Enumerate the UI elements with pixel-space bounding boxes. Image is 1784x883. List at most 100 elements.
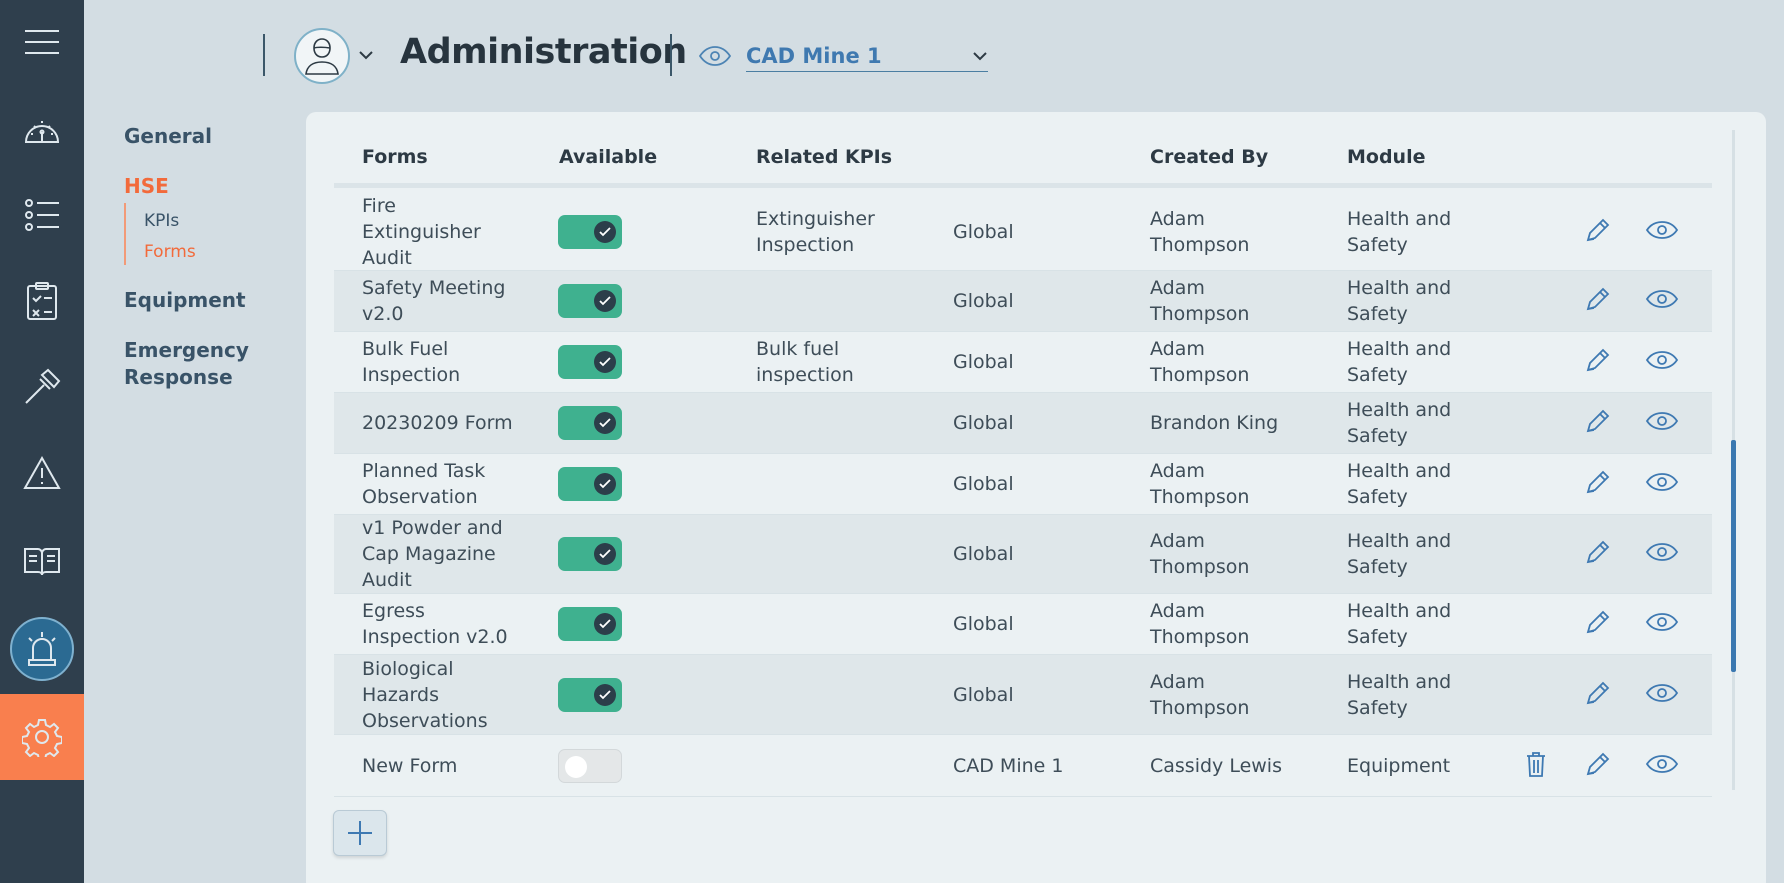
available-toggle[interactable] (558, 406, 622, 440)
toggle-knob (594, 351, 616, 373)
subnav-divider (124, 203, 126, 265)
form-name-line: Egress (362, 600, 425, 622)
created-by-line: Cassidy Lewis (1150, 754, 1282, 777)
form-name-line: Bulk Fuel (362, 338, 449, 360)
subnav-hse[interactable]: HSE (124, 174, 169, 198)
pencil-icon[interactable] (1584, 346, 1612, 378)
pencil-icon[interactable] (1584, 538, 1612, 570)
created-by-line: Thompson (1150, 556, 1250, 578)
subnav-forms[interactable]: Forms (144, 242, 196, 262)
pencil-icon[interactable] (1584, 285, 1612, 317)
form-name-line: New Form (362, 754, 458, 777)
clipboard-icon[interactable] (0, 258, 84, 344)
related-kpi: Bulk fuel inspection (756, 332, 941, 392)
pencil-icon[interactable] (1584, 216, 1612, 248)
eye-icon[interactable] (1645, 541, 1679, 567)
form-name: Bulk Fuel Inspection (362, 332, 547, 392)
form-name-line: Audit (362, 569, 412, 591)
site-select[interactable]: CAD Mine 1 (746, 40, 988, 72)
column-header-forms[interactable]: Forms (362, 146, 428, 168)
hammer-icon[interactable] (0, 344, 84, 430)
form-scope: CAD Mine 1 (953, 754, 1064, 777)
related-kpi: Extinguisher Inspection (756, 193, 941, 270)
created-by: Adam Thompson (1150, 271, 1335, 331)
avatar[interactable] (294, 28, 350, 84)
available-toggle[interactable] (558, 537, 622, 571)
form-name-line: Inspection (362, 364, 461, 386)
table-row[interactable]: Safety Meeting v2.0 Global Adam Thompson Heal… (334, 271, 1712, 332)
column-header-related-kpis[interactable]: Related KPIs (756, 146, 892, 168)
table-row[interactable]: New Form CAD Mine 1 Cassidy Lewis Equipment (334, 735, 1712, 797)
form-name-line: Cap Magazine (362, 543, 496, 565)
available-toggle[interactable] (558, 214, 622, 249)
subnav-emergency-line2: Response (124, 365, 233, 389)
eye-icon[interactable] (1645, 611, 1679, 637)
available-toggle[interactable] (558, 677, 622, 712)
menu-icon[interactable] (0, 0, 84, 84)
pencil-icon[interactable] (1584, 468, 1612, 500)
eye-icon[interactable] (1645, 753, 1679, 779)
subnav-equipment[interactable]: Equipment (124, 288, 246, 312)
column-header-module[interactable]: Module (1347, 146, 1426, 168)
related-kpi (756, 393, 941, 453)
pencil-icon[interactable] (1584, 679, 1612, 711)
form-name-line: Observations (362, 709, 488, 732)
scrollbar-thumb[interactable] (1731, 440, 1736, 672)
available-toggle[interactable] (558, 284, 622, 318)
pencil-icon[interactable] (1584, 750, 1612, 782)
form-name-line: v2.0 (362, 303, 404, 325)
available-toggle[interactable] (558, 607, 622, 641)
eye-icon[interactable] (1645, 219, 1679, 245)
created-by-line: Adam (1150, 670, 1205, 693)
toggle-knob (565, 755, 587, 778)
trash-icon[interactable] (1525, 750, 1547, 782)
alarm-button[interactable] (0, 606, 84, 692)
form-name: v1 Powder and Cap Magazine Audit (362, 515, 547, 593)
subnav-emergency-response[interactable]: Emergency Response (124, 338, 249, 389)
form-name: Planned Task Observation (362, 454, 547, 514)
table-row[interactable]: Bulk Fuel Inspection Bulk fuel inspection Gl… (334, 332, 1712, 393)
eye-icon[interactable] (1645, 471, 1679, 497)
plus-icon (348, 821, 372, 845)
eye-icon[interactable] (1645, 288, 1679, 314)
form-name-line: Hazards (362, 683, 439, 706)
table-row[interactable]: Planned Task Observation Global Adam Thompso… (334, 454, 1712, 515)
form-name: Egress Inspection v2.0 (362, 594, 547, 654)
form-name-line: Extinguisher (362, 220, 481, 243)
module-line: Equipment (1347, 754, 1451, 777)
eye-icon (698, 44, 732, 72)
available-toggle[interactable] (558, 748, 622, 783)
chevron-down-icon[interactable] (358, 46, 374, 65)
module-line: Safety (1347, 364, 1408, 386)
gear-icon[interactable] (0, 694, 84, 780)
table-row[interactable]: v1 Powder and Cap Magazine Audit Global Adam… (334, 515, 1712, 594)
form-scope: Global (953, 290, 1014, 312)
eye-icon[interactable] (1645, 410, 1679, 436)
subnav-emergency-line1: Emergency (124, 338, 249, 362)
eye-icon[interactable] (1645, 349, 1679, 375)
add-form-button[interactable] (333, 810, 387, 856)
form-name-line: Planned Task (362, 460, 486, 482)
gauge-icon[interactable] (0, 86, 84, 172)
related-kpi (756, 735, 941, 796)
pencil-icon[interactable] (1584, 407, 1612, 439)
book-icon[interactable] (0, 518, 84, 604)
subnav-general[interactable]: General (124, 124, 212, 148)
table-row[interactable]: 20230209 Form Global Brandon King Health an… (334, 393, 1712, 454)
available-toggle[interactable] (558, 345, 622, 379)
list-icon[interactable] (0, 172, 84, 258)
module-line: Health and (1347, 530, 1452, 552)
pencil-icon[interactable] (1584, 608, 1612, 640)
column-header-available[interactable]: Available (559, 146, 657, 168)
available-toggle[interactable] (558, 467, 622, 501)
subnav-kpis[interactable]: KPIs (144, 211, 179, 231)
warning-icon[interactable] (0, 430, 84, 516)
column-header-created-by[interactable]: Created By (1150, 146, 1268, 168)
table-row[interactable]: Egress Inspection v2.0 Global Adam Thompson H… (334, 594, 1712, 655)
page-title: Administration (400, 32, 687, 72)
form-scope: Global (953, 220, 1014, 243)
table-row[interactable]: Biological Hazards Observations Global Adam T… (334, 655, 1712, 735)
created-by-line: Thompson (1150, 303, 1250, 325)
eye-icon[interactable] (1645, 682, 1679, 708)
table-row[interactable]: Fire Extinguisher Audit Extinguisher Inspect… (334, 193, 1712, 271)
